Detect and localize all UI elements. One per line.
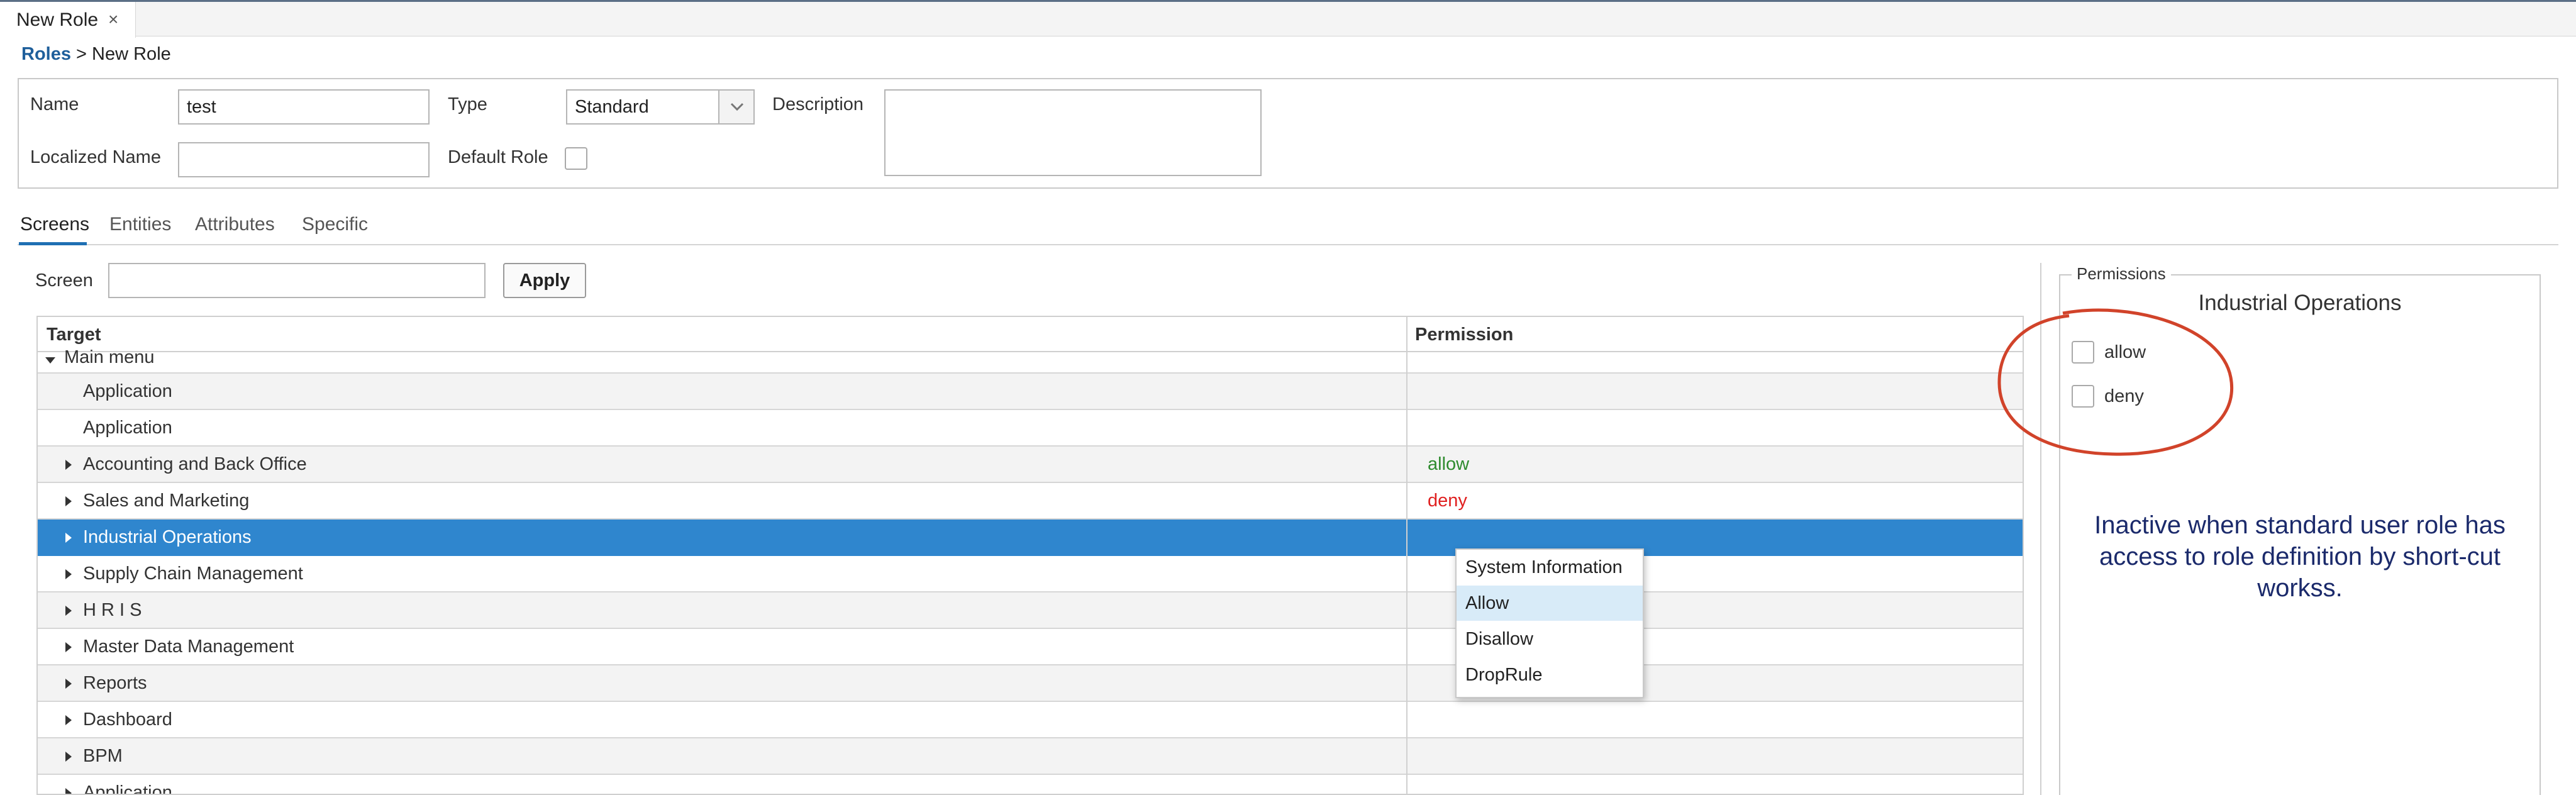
table-row[interactable]: Application xyxy=(38,775,2023,795)
menu-item-droprule[interactable]: DropRule xyxy=(1457,657,1643,692)
type-select-value: Standard xyxy=(575,97,649,117)
expand-arrow-icon[interactable] xyxy=(65,642,72,652)
breadcrumb-separator: > xyxy=(76,44,87,64)
table-row-label: Application xyxy=(83,381,172,401)
table-row-label: Industrial Operations xyxy=(83,527,252,547)
table-group-row[interactable]: Main menu xyxy=(38,347,2023,374)
tab-specific[interactable]: Specific xyxy=(302,214,368,235)
table-row-label: H R I S xyxy=(83,600,142,620)
table-row[interactable]: Sales and Marketing deny xyxy=(38,483,2023,520)
table-row-label: Application xyxy=(83,782,172,795)
type-label: Type xyxy=(448,94,487,114)
active-tab-indicator xyxy=(19,242,87,245)
localized-name-label: Localized Name xyxy=(30,147,161,167)
permission-value: allow xyxy=(1428,454,1470,474)
menu-item-allow[interactable]: Allow xyxy=(1457,586,1643,621)
tabs-baseline xyxy=(18,244,2558,245)
table-header: Target Permission xyxy=(38,317,2023,352)
table-row[interactable]: Application xyxy=(38,410,2023,447)
menu-item-disallow[interactable]: Disallow xyxy=(1457,621,1643,657)
menu-item-system-information[interactable]: System Information xyxy=(1457,550,1643,585)
breadcrumb-link-roles[interactable]: Roles xyxy=(21,44,71,64)
permission-value: deny xyxy=(1428,491,1467,511)
tab-strip: New Role × xyxy=(0,0,2576,38)
tab-attributes[interactable]: Attributes xyxy=(195,214,275,235)
column-header-permission[interactable]: Permission xyxy=(1415,325,1513,345)
table-row-label: Accounting and Back Office xyxy=(83,454,307,474)
description-field[interactable] xyxy=(884,89,1262,176)
expand-arrow-icon[interactable] xyxy=(65,569,72,579)
apply-button[interactable]: Apply xyxy=(503,263,586,298)
screen-filter-input[interactable] xyxy=(108,263,486,298)
expand-arrow-icon[interactable] xyxy=(65,715,72,725)
table-row-selected[interactable]: Industrial Operations xyxy=(38,520,2023,556)
expand-arrow-icon[interactable] xyxy=(65,533,72,543)
expand-arrow-icon[interactable] xyxy=(65,679,72,689)
type-dropdown-button[interactable] xyxy=(718,91,753,123)
table-row-label: Reports xyxy=(83,673,147,693)
table-row[interactable]: Reports xyxy=(38,665,2023,702)
tab-new-role[interactable]: New Role × xyxy=(0,2,136,38)
tab-entities[interactable]: Entities xyxy=(109,214,171,235)
expand-arrow-icon[interactable] xyxy=(65,460,72,470)
breadcrumb: Roles > New Role xyxy=(21,44,171,65)
name-field[interactable] xyxy=(178,89,430,125)
breadcrumb-current: New Role xyxy=(92,44,171,64)
table-row-label: Master Data Management xyxy=(83,637,294,657)
screens-table: Target Permission Main menu Application … xyxy=(36,316,2024,795)
screen-filter-label: Screen xyxy=(35,270,93,291)
column-divider xyxy=(1406,317,1407,794)
expand-arrow-icon[interactable] xyxy=(65,752,72,762)
table-row[interactable]: Dashboard xyxy=(38,702,2023,738)
name-label: Name xyxy=(30,94,79,114)
tab-title: New Role xyxy=(16,9,99,30)
close-icon[interactable]: × xyxy=(108,9,118,30)
annotation-circle xyxy=(1997,308,2234,456)
table-row[interactable]: BPM xyxy=(38,738,2023,775)
chevron-down-icon xyxy=(730,103,744,111)
expand-arrow-icon[interactable] xyxy=(65,496,72,506)
table-row[interactable]: Supply Chain Management xyxy=(38,556,2023,592)
description-label: Description xyxy=(772,94,864,114)
default-role-label: Default Role xyxy=(448,147,548,167)
expand-arrow-icon[interactable] xyxy=(65,788,72,794)
annotation-note: Inactive when standard user role has acc… xyxy=(2094,511,2506,602)
type-select[interactable]: Standard xyxy=(566,89,755,125)
expand-arrow-icon[interactable] xyxy=(65,606,72,616)
tab-screens[interactable]: Screens xyxy=(20,214,89,235)
table-row-label: Application xyxy=(83,418,172,438)
table-row-label: Supply Chain Management xyxy=(83,564,303,584)
permissions-legend: Permissions xyxy=(2072,264,2171,284)
table-row[interactable]: Application xyxy=(38,374,2023,410)
table-row[interactable]: Master Data Management xyxy=(38,629,2023,665)
column-header-target[interactable]: Target xyxy=(47,325,101,345)
table-row-label: Sales and Marketing xyxy=(83,491,250,511)
localized-name-field[interactable] xyxy=(178,142,430,177)
context-menu: System Information Allow Disallow DropRu… xyxy=(1455,548,1644,698)
table-row[interactable]: Accounting and Back Office allow xyxy=(38,447,2023,483)
table-row-label: BPM xyxy=(83,746,123,766)
table-row-label: Main menu xyxy=(64,347,155,367)
table-row[interactable]: H R I S xyxy=(38,592,2023,629)
collapse-arrow-icon[interactable] xyxy=(45,357,55,364)
table-row-label: Dashboard xyxy=(83,709,172,730)
default-role-checkbox[interactable] xyxy=(565,147,587,170)
